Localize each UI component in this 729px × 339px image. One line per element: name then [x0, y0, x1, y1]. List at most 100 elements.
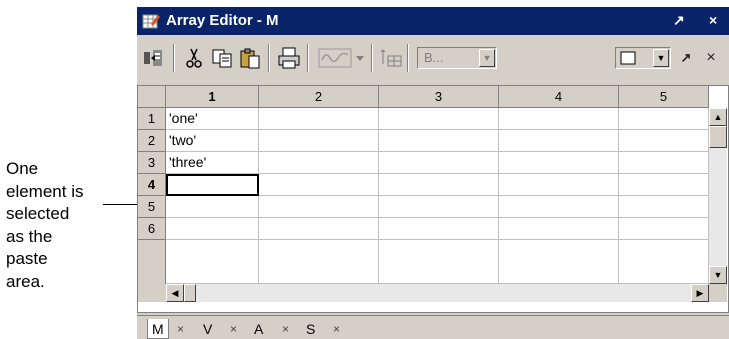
grid-cell[interactable]	[499, 240, 619, 284]
toolbar-separator	[371, 44, 373, 72]
print-icon[interactable]	[277, 46, 301, 70]
grid-cell[interactable]	[619, 174, 709, 196]
grid-cell[interactable]	[499, 196, 619, 218]
grid-cell[interactable]	[379, 152, 499, 174]
grid-cell[interactable]: 'two'	[166, 130, 259, 152]
tab-v[interactable]: V	[203, 319, 212, 339]
callout-leader-line	[103, 204, 137, 205]
grid-cell[interactable]	[619, 130, 709, 152]
toolbar-separator	[268, 44, 270, 72]
vertical-scroll-thumb[interactable]	[709, 126, 727, 148]
grid-cell[interactable]	[379, 130, 499, 152]
grid-cell[interactable]	[379, 240, 499, 284]
grid-cell[interactable]	[166, 218, 259, 240]
row-header[interactable]: 4	[138, 174, 166, 196]
grid-cell[interactable]	[259, 130, 379, 152]
column-header[interactable]: 5	[619, 86, 709, 108]
horizontal-scroll-thumb[interactable]	[184, 284, 196, 302]
row-header[interactable]: 6	[138, 218, 166, 240]
scroll-right-icon[interactable]: ▶	[691, 284, 709, 302]
scroll-corner-right	[709, 284, 727, 302]
paste-icon[interactable]	[238, 46, 262, 70]
import-data-icon[interactable]	[141, 46, 165, 70]
callout-line: area.	[6, 271, 45, 291]
grid-cell[interactable]	[499, 130, 619, 152]
scroll-up-icon[interactable]: ▲	[709, 108, 727, 126]
row-header[interactable]: 5	[138, 196, 166, 218]
variable-tab-bar: M × V × A × S ×	[137, 315, 729, 339]
format-combo[interactable]: B... ▼	[417, 47, 497, 69]
column-header[interactable]: 3	[379, 86, 499, 108]
title-bar[interactable]: Array Editor - M ↗ ×	[137, 7, 729, 35]
row-header[interactable]: 2	[138, 130, 166, 152]
table-icon[interactable]	[379, 46, 403, 70]
window-layout-icon	[620, 51, 636, 65]
chevron-down-icon[interactable]: ▼	[479, 49, 495, 67]
grid-cell[interactable]	[379, 218, 499, 240]
array-grid: 1 2 3 4 5 1 2 3 4 5 6 'one' 'two' 'three…	[137, 85, 729, 313]
view-combo[interactable]: ▼	[615, 47, 671, 69]
grid-cell[interactable]	[379, 174, 499, 196]
callout-line: as the	[6, 226, 53, 246]
grid-cell[interactable]	[259, 108, 379, 130]
array-editor-window: Array Editor - M ↗ × B... ▼ ▼ ↗ × 1 2 3 …	[137, 7, 729, 339]
grid-cell[interactable]: 'one'	[166, 108, 259, 130]
selected-paste-cell[interactable]	[166, 174, 259, 196]
grid-cell[interactable]	[259, 240, 379, 284]
tab-close-icon[interactable]: ×	[230, 319, 237, 339]
cut-icon[interactable]	[182, 46, 206, 70]
tab-a[interactable]: A	[254, 319, 263, 339]
grid-cell[interactable]	[379, 108, 499, 130]
grid-corner[interactable]	[138, 86, 166, 108]
grid-cell[interactable]	[499, 218, 619, 240]
grid-cell[interactable]: 'three'	[166, 152, 259, 174]
chevron-down-icon[interactable]: ▼	[653, 49, 669, 67]
tab-close-icon[interactable]: ×	[177, 319, 184, 339]
grid-cell[interactable]	[499, 108, 619, 130]
grid-cell[interactable]	[259, 152, 379, 174]
horizontal-scrollbar[interactable]: ◀ ▶	[166, 284, 709, 302]
grid-cell[interactable]	[499, 152, 619, 174]
grid-cell[interactable]	[259, 174, 379, 196]
grid-cell[interactable]	[619, 152, 709, 174]
column-header[interactable]: 2	[259, 86, 379, 108]
column-header[interactable]: 4	[499, 86, 619, 108]
grid-cell[interactable]	[619, 196, 709, 218]
copy-icon[interactable]	[210, 46, 234, 70]
grid-cell[interactable]	[379, 196, 499, 218]
callout-annotation: One element is selected as the paste are…	[6, 158, 126, 293]
array-editor-icon	[142, 14, 160, 29]
callout-line: selected	[6, 204, 70, 223]
grid-cell[interactable]	[166, 196, 259, 218]
vertical-scrollbar[interactable]: ▲ ▼	[709, 108, 727, 284]
tab-m[interactable]: M	[147, 319, 169, 339]
plot-dropdown-icon[interactable]	[353, 46, 367, 70]
tab-close-icon[interactable]: ×	[282, 319, 289, 339]
callout-line: element is	[6, 181, 84, 201]
close-icon[interactable]: ×	[703, 46, 719, 70]
toolbar-separator	[307, 44, 309, 72]
row-header-filler	[138, 240, 166, 284]
row-header[interactable]: 1	[138, 108, 166, 130]
callout-line: One	[6, 159, 39, 178]
grid-cell[interactable]	[619, 108, 709, 130]
toolbar-separator	[173, 44, 175, 72]
close-icon[interactable]: ×	[709, 12, 717, 28]
undock-icon[interactable]: ↗	[678, 46, 694, 70]
scroll-left-icon[interactable]: ◀	[166, 284, 184, 302]
column-header[interactable]: 1	[166, 86, 259, 108]
tab-s[interactable]: S	[306, 319, 315, 339]
toolbar: B... ▼ ▼ ↗ ×	[137, 35, 729, 81]
tab-close-icon[interactable]: ×	[333, 319, 340, 339]
plot-icon[interactable]	[317, 46, 353, 70]
format-combo-value: B...	[424, 50, 444, 65]
grid-cell[interactable]	[499, 174, 619, 196]
grid-cell[interactable]	[619, 240, 709, 284]
grid-cell[interactable]	[166, 240, 259, 284]
undock-icon[interactable]: ↗	[673, 12, 685, 29]
grid-cell[interactable]	[259, 218, 379, 240]
grid-cell[interactable]	[259, 196, 379, 218]
grid-cell[interactable]	[619, 218, 709, 240]
scroll-down-icon[interactable]: ▼	[709, 266, 727, 284]
row-header[interactable]: 3	[138, 152, 166, 174]
